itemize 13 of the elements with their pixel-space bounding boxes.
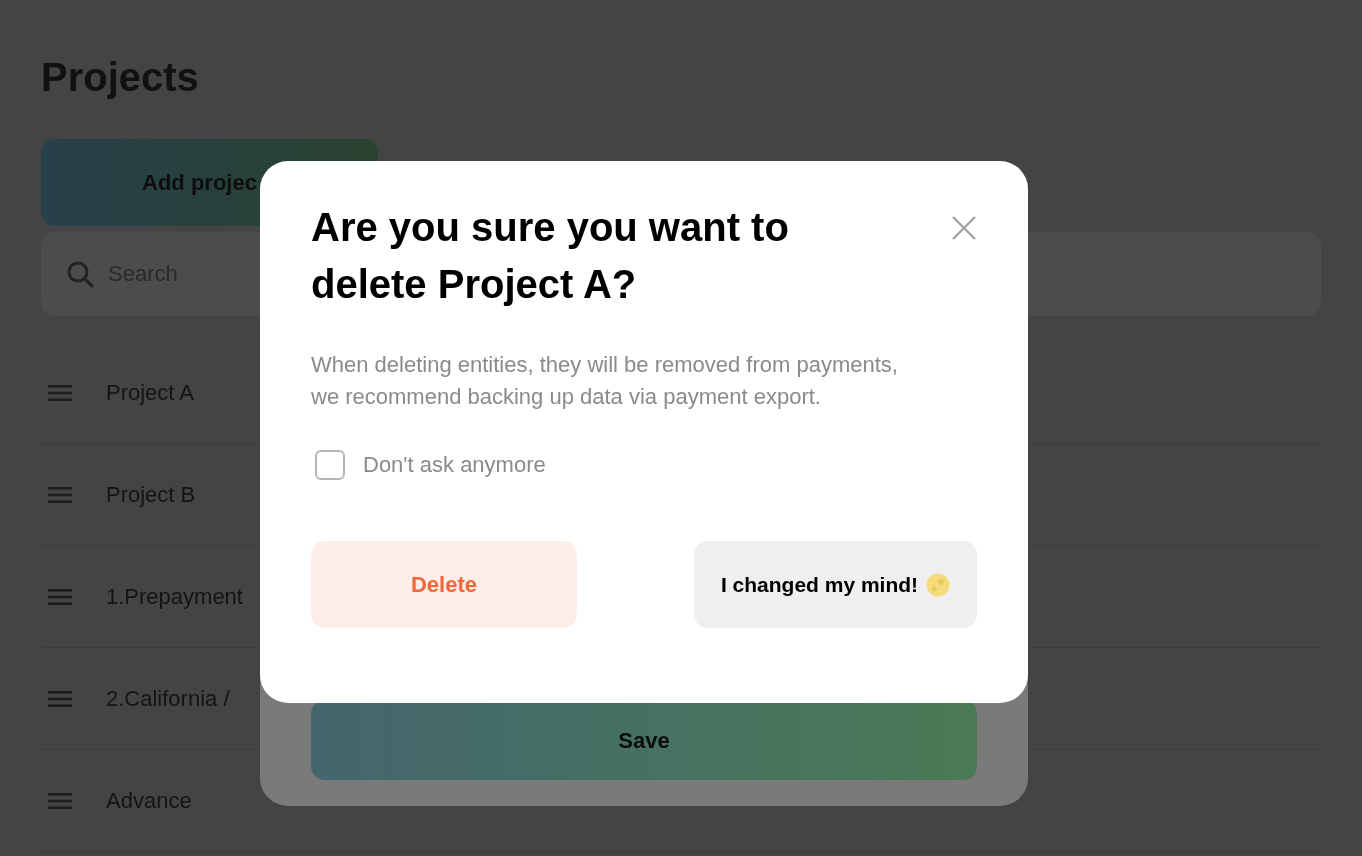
- search-icon: [66, 260, 94, 288]
- drag-handle-icon[interactable]: [48, 791, 72, 810]
- drag-handle-icon[interactable]: [48, 587, 72, 606]
- drag-handle-icon[interactable]: [48, 689, 72, 708]
- emoji-icon: [926, 572, 951, 597]
- drag-handle-icon[interactable]: [48, 383, 72, 402]
- dialog-message: When deleting entities, they will be removed from payments, we recommend backing up data via payment export.: [311, 351, 899, 411]
- delete-button[interactable]: Delete: [311, 541, 577, 628]
- checkbox[interactable]: [315, 449, 345, 480]
- save-button[interactable]: Save: [311, 700, 977, 780]
- checkbox-label: Don't ask anymore: [363, 451, 546, 479]
- drag-handle-icon[interactable]: [48, 485, 72, 504]
- cancel-button[interactable]: I changed my mind!: [694, 541, 977, 628]
